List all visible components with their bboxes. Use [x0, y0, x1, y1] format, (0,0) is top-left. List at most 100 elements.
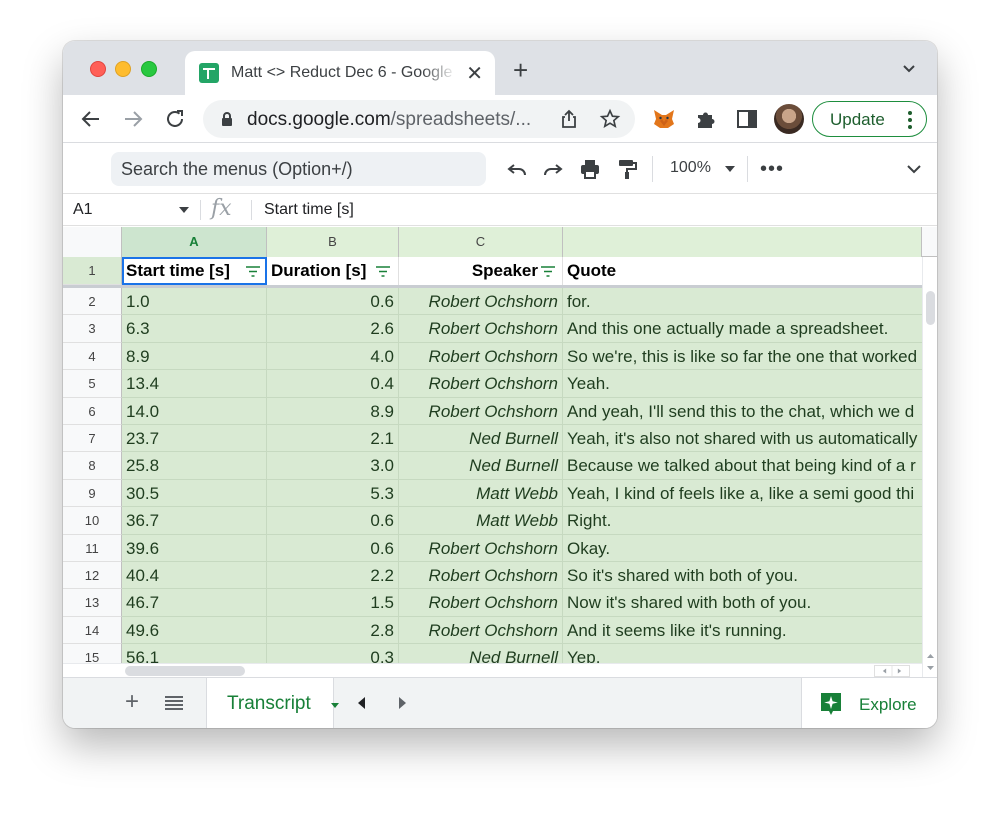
- close-window-button[interactable]: [90, 61, 106, 77]
- sheet-tab-caret-icon[interactable]: [331, 703, 339, 708]
- cell-start-time[interactable]: 49.6: [122, 616, 267, 645]
- cell-quote[interactable]: So it's shared with both of you.: [563, 562, 922, 590]
- cell-duration[interactable]: 1.5: [267, 589, 399, 617]
- column-header-d[interactable]: [563, 227, 922, 257]
- cell-quote[interactable]: And yeah, I'll send this to the chat, wh…: [563, 397, 922, 425]
- filter-icon[interactable]: [541, 266, 555, 277]
- redo-icon[interactable]: [541, 157, 565, 181]
- cell-duration[interactable]: 0.6: [267, 288, 399, 316]
- tab-search-chevron-icon[interactable]: [901, 60, 917, 76]
- scroll-up-icon[interactable]: [926, 652, 935, 660]
- header-cell-speaker[interactable]: Speaker: [399, 257, 563, 285]
- cell-speaker[interactable]: Robert Ochshorn: [399, 562, 563, 590]
- cell-duration[interactable]: 0.6: [267, 534, 399, 562]
- row-number[interactable]: 2: [63, 288, 122, 316]
- cell-start-time[interactable]: 40.4: [122, 562, 267, 590]
- cell-duration[interactable]: 3.0: [267, 452, 399, 480]
- name-box[interactable]: A1: [73, 201, 93, 219]
- cell-start-time[interactable]: 25.8: [122, 452, 267, 480]
- cell-quote[interactable]: Now it's shared with both of you.: [563, 589, 922, 617]
- cell-start-time[interactable]: 14.0: [122, 397, 267, 425]
- vertical-scroll-thumb[interactable]: [926, 291, 935, 325]
- scroll-sheets-right-icon[interactable]: [397, 696, 407, 710]
- metamask-fox-icon[interactable]: [652, 107, 676, 131]
- cell-speaker[interactable]: Robert Ochshorn: [399, 397, 563, 425]
- minimize-window-button[interactable]: [115, 61, 131, 77]
- browser-tab[interactable]: Matt <> Reduct Dec 6 - Google Sheets ✕: [185, 51, 495, 95]
- all-sheets-list-icon[interactable]: [165, 695, 183, 711]
- cell-speaker[interactable]: Robert Ochshorn: [399, 342, 563, 371]
- scroll-down-icon[interactable]: [926, 664, 935, 672]
- explore-button[interactable]: Explore: [801, 678, 937, 728]
- row-number[interactable]: 3: [63, 315, 122, 343]
- cell-duration[interactable]: 5.3: [267, 479, 399, 508]
- forward-arrow-icon[interactable]: [121, 107, 145, 131]
- row-number[interactable]: 6: [63, 397, 122, 425]
- row-number[interactable]: 5: [63, 370, 122, 398]
- tab-close-icon[interactable]: ✕: [466, 61, 483, 86]
- add-sheet-button[interactable]: +: [125, 688, 139, 716]
- profile-avatar[interactable]: [774, 104, 804, 134]
- cell-duration[interactable]: 0.4: [267, 370, 399, 398]
- cell-start-time[interactable]: 36.7: [122, 507, 267, 535]
- formula-input[interactable]: Start time [s]: [264, 201, 354, 219]
- cell-start-time[interactable]: 1.0: [122, 288, 267, 316]
- cell-quote[interactable]: Okay.: [563, 534, 922, 562]
- spreadsheet-grid[interactable]: A B C 1 Start time [s] Duration [s] Spea…: [63, 227, 937, 677]
- cell-duration[interactable]: 0.6: [267, 507, 399, 535]
- scroll-sheets-left-icon[interactable]: [356, 696, 366, 710]
- address-bar[interactable]: docs.google.com/spreadsheets/...: [203, 100, 635, 138]
- row-number[interactable]: 1: [63, 257, 122, 285]
- cell-speaker[interactable]: Robert Ochshorn: [399, 534, 563, 562]
- back-arrow-icon[interactable]: [79, 107, 103, 131]
- cell-start-time[interactable]: 6.3: [122, 315, 267, 343]
- column-header-a[interactable]: A: [122, 227, 267, 257]
- cell-quote[interactable]: Yeah, it's also not shared with us autom…: [563, 425, 922, 453]
- cell-speaker[interactable]: Robert Ochshorn: [399, 288, 563, 316]
- name-box-caret-icon[interactable]: [179, 207, 189, 213]
- cell-duration[interactable]: 2.2: [267, 562, 399, 590]
- cell-duration[interactable]: 2.8: [267, 616, 399, 645]
- cell-quote[interactable]: And it seems like it's running.: [563, 616, 922, 645]
- cell-quote[interactable]: Right.: [563, 507, 922, 535]
- lock-icon[interactable]: [219, 111, 235, 127]
- bookmark-star-icon[interactable]: [599, 108, 621, 130]
- paint-format-icon[interactable]: [615, 157, 639, 181]
- collapse-menus-chevron-icon[interactable]: [905, 160, 923, 178]
- cell-start-time[interactable]: 39.6: [122, 534, 267, 562]
- cell-duration[interactable]: 4.0: [267, 342, 399, 371]
- cell-speaker[interactable]: Matt Webb: [399, 479, 563, 508]
- cell-speaker[interactable]: Matt Webb: [399, 507, 563, 535]
- cell-quote[interactable]: for.: [563, 288, 922, 316]
- zoom-select[interactable]: 100%: [670, 159, 711, 177]
- undo-icon[interactable]: [505, 157, 529, 181]
- row-number[interactable]: 7: [63, 425, 122, 453]
- row-number[interactable]: 9: [63, 479, 122, 508]
- cell-quote[interactable]: Because we talked about that being kind …: [563, 452, 922, 480]
- cell-duration[interactable]: 2.1: [267, 425, 399, 453]
- column-header-c[interactable]: C: [399, 227, 563, 257]
- row-number[interactable]: 14: [63, 616, 122, 645]
- column-header-b[interactable]: B: [267, 227, 399, 257]
- cell-duration[interactable]: 8.9: [267, 397, 399, 425]
- row-number[interactable]: 10: [63, 507, 122, 535]
- cell-speaker[interactable]: Robert Ochshorn: [399, 315, 563, 343]
- cell-start-time[interactable]: 13.4: [122, 370, 267, 398]
- row-number[interactable]: 11: [63, 534, 122, 562]
- new-tab-button[interactable]: +: [513, 55, 528, 86]
- row-number[interactable]: 12: [63, 562, 122, 590]
- header-cell-quote[interactable]: Quote: [563, 257, 922, 285]
- extensions-puzzle-icon[interactable]: [694, 107, 718, 131]
- filter-icon[interactable]: [376, 266, 390, 277]
- row-number[interactable]: 4: [63, 342, 122, 371]
- update-button[interactable]: Update: [812, 101, 927, 137]
- cell-speaker[interactable]: Robert Ochshorn: [399, 370, 563, 398]
- cell-start-time[interactable]: 30.5: [122, 479, 267, 508]
- more-options-icon[interactable]: •••: [760, 158, 784, 181]
- cell-start-time[interactable]: 8.9: [122, 342, 267, 371]
- row-number[interactable]: 8: [63, 452, 122, 480]
- vertical-scrollbar[interactable]: [922, 257, 937, 677]
- cell-speaker[interactable]: Robert Ochshorn: [399, 616, 563, 645]
- select-all-corner[interactable]: [63, 227, 122, 257]
- zoom-caret-icon[interactable]: [724, 165, 736, 173]
